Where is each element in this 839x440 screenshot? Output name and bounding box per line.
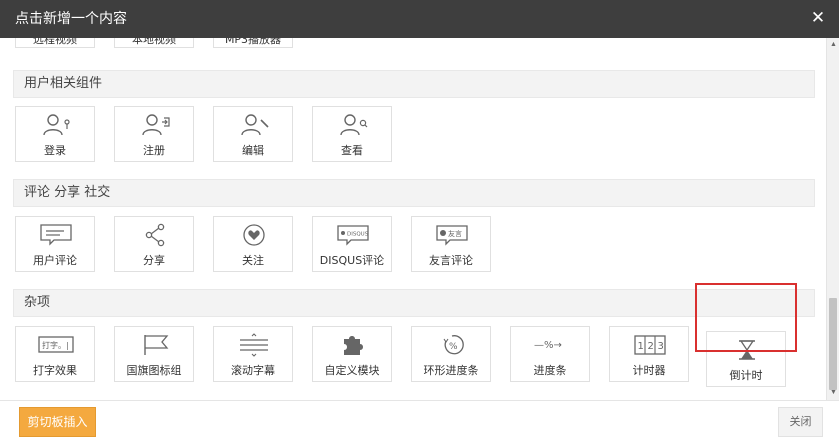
tile-label: DISQUS评论 xyxy=(319,254,385,267)
heart-icon xyxy=(243,224,265,246)
progress-bar-badge-text: —%→ xyxy=(534,340,562,351)
tile-youyan-comment[interactable]: 友言 友言评论 xyxy=(411,216,491,272)
tile-label: 本地视频 xyxy=(132,38,176,46)
tile-label: 滚动字幕 xyxy=(231,364,275,377)
tile-share[interactable]: 分享 xyxy=(114,216,194,272)
user-edit-icon xyxy=(241,114,269,136)
disqus-icon: DISQUS xyxy=(337,225,369,246)
tile-custom-module[interactable]: 自定义模块 xyxy=(312,326,392,382)
marquee-icon xyxy=(240,333,268,357)
tile-label: 编辑 xyxy=(242,144,264,157)
tile-follow[interactable]: 关注 xyxy=(213,216,293,272)
tile-register[interactable]: 注册 xyxy=(114,106,194,162)
user-key-icon xyxy=(43,114,70,136)
tile-remote-video[interactable]: 远程视频 xyxy=(15,38,95,48)
hourglass-icon xyxy=(739,340,755,360)
tile-typing-effect[interactable]: 打字。| 打字效果 xyxy=(15,326,95,382)
scroll-down-icon[interactable]: ▼ xyxy=(829,388,838,397)
scroll-up-icon[interactable]: ▲ xyxy=(829,40,838,49)
close-button[interactable]: 关闭 xyxy=(778,407,823,437)
progress-badge-text: % xyxy=(449,342,458,352)
user-search-icon xyxy=(340,114,368,136)
tile-label: 环形进度条 xyxy=(423,364,479,377)
component-list[interactable]: 远程视频 本地视频 MP3播放器 用户相关组件 登录 注册 编辑 查看 评论 分… xyxy=(0,38,826,398)
tile-view[interactable]: 查看 xyxy=(312,106,392,162)
disqus-badge-text: DISQUS xyxy=(347,232,369,238)
tile-label: 登录 xyxy=(44,144,66,157)
tile-countdown[interactable]: 倒计时 xyxy=(706,331,786,387)
dialog-footer: 剪切板插入 关闭 xyxy=(0,400,839,440)
vertical-scrollbar[interactable]: ▲ ▼ xyxy=(826,38,839,400)
tile-label: 倒计时 xyxy=(729,369,763,382)
timer-digit: 3 xyxy=(658,341,664,352)
tile-label: 友言评论 xyxy=(429,254,473,267)
tile-mp3-player[interactable]: MP3播放器 xyxy=(213,38,293,48)
clipboard-insert-button[interactable]: 剪切板插入 xyxy=(19,407,96,437)
tile-label: 分享 xyxy=(143,254,165,267)
tile-timer[interactable]: 1 2 3 计时器 xyxy=(609,326,689,382)
tile-label: 关注 xyxy=(242,254,264,267)
tile-label: MP3播放器 xyxy=(224,38,282,46)
tile-flag-icons[interactable]: 国旗图标组 xyxy=(114,326,194,382)
tile-label: 进度条 xyxy=(533,364,567,377)
tile-local-video[interactable]: 本地视频 xyxy=(114,38,194,48)
tile-label: 用户评论 xyxy=(33,254,77,267)
circle-progress-icon: % xyxy=(443,335,464,355)
tile-label: 远程视频 xyxy=(33,38,77,46)
tile-user-comment[interactable]: 用户评论 xyxy=(15,216,95,272)
section-header-misc: 杂项 xyxy=(13,289,815,317)
progress-bar-icon: —%→ xyxy=(534,340,562,351)
typing-badge-text: 打字。| xyxy=(42,340,69,350)
tile-label: 注册 xyxy=(143,144,165,157)
youyan-badge-text: 友言 xyxy=(448,229,462,238)
tile-edit[interactable]: 编辑 xyxy=(213,106,293,162)
timer-icon: 1 2 3 xyxy=(634,335,666,355)
user-signin-icon xyxy=(142,114,170,136)
puzzle-icon xyxy=(344,336,363,355)
tile-disqus-comment[interactable]: DISQUS DISQUS评论 xyxy=(312,216,392,272)
dialog-title: 点击新增一个内容 xyxy=(15,11,127,27)
tile-label: 计时器 xyxy=(632,364,666,377)
section-header-social: 评论 分享 社交 xyxy=(13,179,815,207)
close-icon[interactable]: ✕ xyxy=(807,7,829,29)
tile-login[interactable]: 登录 xyxy=(15,106,95,162)
tile-marquee[interactable]: 滚动字幕 xyxy=(213,326,293,382)
tile-label: 打字效果 xyxy=(33,364,77,377)
dialog-titlebar: 点击新增一个内容 ✕ xyxy=(0,0,839,38)
comment-icon xyxy=(40,224,72,246)
tile-label: 查看 xyxy=(341,144,363,157)
timer-digit: 1 xyxy=(638,341,644,352)
tile-label: 国旗图标组 xyxy=(126,364,182,377)
section-header-user: 用户相关组件 xyxy=(13,70,815,98)
tile-progress-bar[interactable]: —%→ 进度条 xyxy=(510,326,590,382)
scrollbar-thumb[interactable] xyxy=(829,298,837,390)
share-icon xyxy=(145,223,165,247)
timer-digit: 2 xyxy=(648,341,654,352)
tile-label: 自定义模块 xyxy=(324,364,380,377)
youyan-icon: 友言 xyxy=(436,225,468,246)
typing-icon: 打字。| xyxy=(38,336,74,353)
tile-circle-progress[interactable]: % 环形进度条 xyxy=(411,326,491,382)
flag-icon xyxy=(144,335,169,355)
